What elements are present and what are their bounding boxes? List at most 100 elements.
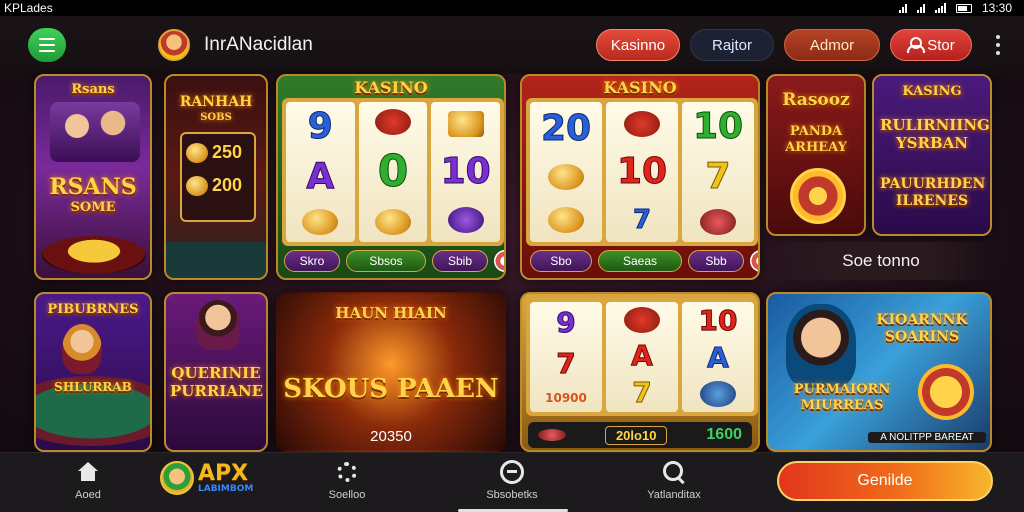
tile-kioarnnk-title: KIOARNNK SOARINS xyxy=(876,312,968,345)
bottom-nav-home-label: Aoed xyxy=(75,489,101,501)
bottom-nav: Aoed APX LABIMBOM Soelloo Sbsobetks Yatl… xyxy=(0,452,1024,512)
bottom-nav-subscriptions[interactable]: Sbsobetks xyxy=(472,459,552,501)
spin-button[interactable]: Sbo xyxy=(530,250,592,272)
reel-symbol: A xyxy=(631,338,654,372)
reel: 10 xyxy=(431,102,501,242)
controls-row: Skro Sbsos Sbib xyxy=(284,250,504,272)
nav-rajtor-button[interactable]: Rajtor xyxy=(690,29,774,61)
game-tile-poker[interactable]: PIBUBRNES SHLURRAB xyxy=(34,292,152,452)
nav-kasino-button[interactable]: Kasinno xyxy=(596,29,680,61)
game-tile-rasooz[interactable]: Rasooz PANDA ARHEAY xyxy=(766,74,866,236)
reel-symbol: 7 xyxy=(705,156,731,197)
game-tile-kasing[interactable]: KASING RULIRNIING YSRBAN PAUURHDEN ILREN… xyxy=(872,74,992,236)
tile-rsans-title: RSANS xyxy=(49,174,137,200)
tile-ranhah-val1: 250 xyxy=(212,142,243,162)
status-carrier: KPLades xyxy=(4,1,53,15)
mini-reel-frame: 250 200 xyxy=(180,132,256,222)
more-dots-icon xyxy=(996,35,1000,39)
tile-kioarnnk-sub: PURMAIORN MIURREAS xyxy=(793,382,891,413)
reel-symbol: 7 xyxy=(632,376,653,410)
reel-frame-red: 20 10 7 10 7 xyxy=(526,98,758,246)
nav-stor-label: Stor xyxy=(927,36,955,54)
minus-circle-icon xyxy=(500,460,524,484)
chip-icon[interactable] xyxy=(494,250,504,272)
gear-icon xyxy=(337,462,357,482)
gem-icon xyxy=(447,207,484,234)
tile-kasing-title: KASING xyxy=(902,84,962,99)
reel: A 7 xyxy=(606,302,678,412)
tile-rsans-sub: SOME xyxy=(70,200,116,215)
more-options-button[interactable] xyxy=(988,29,1008,61)
auto-button[interactable]: Sbib xyxy=(432,250,488,272)
game-tile-kioarnnk[interactable]: KIOARNNK SOARINS PURMAIORN MIURREAS A NO… xyxy=(766,292,992,452)
search-icon xyxy=(663,461,685,483)
spin-button[interactable]: Skro xyxy=(284,250,340,272)
chip-icon[interactable] xyxy=(750,250,758,272)
game-tile-ranhah[interactable]: RANHAH SOBS 250 200 xyxy=(164,74,268,280)
dealer-image xyxy=(62,324,102,374)
tile-kasing-line1: RULIRNIING YSRBAN xyxy=(880,116,990,152)
bottom-nav-settings[interactable]: Soelloo xyxy=(307,459,387,501)
game-tile-querinie[interactable]: QUERINIE PURRIANE xyxy=(164,292,268,452)
auto-button[interactable]: Sbb xyxy=(688,250,744,272)
reel-frame-green: 9 A 0 10 xyxy=(282,98,504,246)
chest-icon xyxy=(447,110,484,137)
cta-button[interactable]: Genilde xyxy=(777,461,993,501)
game-tile-rsans[interactable]: Rsans RSANS SOME xyxy=(34,74,152,280)
top-nav: Kasinno Rajtor Admor Stor xyxy=(596,29,1008,61)
signal-icon xyxy=(934,3,946,13)
reel-symbol: 9 xyxy=(307,106,333,147)
cherry-icon xyxy=(624,110,660,137)
coin-icon-2 xyxy=(186,175,208,196)
treasure-icon xyxy=(548,163,584,190)
promo-banner[interactable]: Soe tonno xyxy=(770,242,992,280)
tile-skous-amount: 20350 xyxy=(370,428,412,445)
reel-symbol: 10 xyxy=(692,106,744,147)
bottom-nav-subscriptions-label: Sbsobetks xyxy=(486,489,538,501)
app-logo xyxy=(158,29,190,61)
reel-symbol: 9 xyxy=(556,305,577,339)
gem-icon xyxy=(700,381,736,408)
bottom-brand[interactable]: APX LABIMBOM xyxy=(160,461,253,495)
reel-symbol: 7 xyxy=(556,346,577,380)
reel-symbol: 10900 xyxy=(545,391,587,406)
tile-kioarnnk-footer: A NOLITPP BAREAT xyxy=(868,432,986,443)
game-tile-skous-paaen[interactable]: HAUN HIAIN SKOUS PAAEN 20350 xyxy=(276,292,506,452)
bottom-nav-home[interactable]: Aoed xyxy=(48,459,128,501)
game-tile-kasino-green[interactable]: KASINO 9 A 0 10 Skro Sbsos Sbib xyxy=(276,74,506,280)
status-bar: KPLades 13:30 xyxy=(0,0,1024,16)
reel: 0 xyxy=(358,102,428,242)
melon-icon xyxy=(700,209,736,235)
tile-ranhah-val2: 200 xyxy=(212,175,243,195)
controls-row: Sbo Saeas Sbb xyxy=(530,250,758,272)
tile-kasino-green-header: KASINO xyxy=(354,78,428,97)
tile-rsans-top: Rsans xyxy=(71,82,115,97)
cherry-icon xyxy=(624,306,660,333)
reel: 10 A xyxy=(682,302,754,412)
tile-kasing-line2: PAUURHDEN ILRENES xyxy=(880,176,986,209)
home-icon xyxy=(77,462,99,482)
game-tile-kasino-red[interactable]: KASINO 20 10 7 10 7 Sbo Saeas Sbb xyxy=(520,74,760,280)
tile-ranhah-footer xyxy=(166,242,266,278)
mascot-logo xyxy=(160,461,194,495)
slot-bottom-bar: 20lo10 1600 xyxy=(528,422,752,448)
game-tile-classic-slots[interactable]: 9 7 10900 A 7 10 A 20lo10 1600 xyxy=(520,292,760,452)
bet-button[interactable]: Saeas xyxy=(598,250,682,272)
tile-skous-main: SKOUS PAAEN xyxy=(283,374,499,404)
nav-stor-button[interactable]: Stor xyxy=(890,29,972,61)
tile-ranhah-title: RANHAH xyxy=(179,94,253,110)
menu-button[interactable] xyxy=(28,28,66,62)
melon-icon xyxy=(538,429,566,441)
tile-classic-bet: 20lo10 xyxy=(604,425,668,445)
reel: 9 7 10900 xyxy=(530,302,602,412)
nav-admor-button[interactable]: Admor xyxy=(784,29,880,61)
bet-button[interactable]: Sbsos xyxy=(346,250,426,272)
bell-icon xyxy=(302,209,339,235)
tile-poker-title: PIBUBRNES xyxy=(47,302,139,317)
bottom-nav-search[interactable]: Yatlanditax xyxy=(634,459,714,501)
status-time: 13:30 xyxy=(981,1,1012,15)
tile-rasooz-sub: PANDA ARHEAY xyxy=(785,124,847,155)
tile-poker-bottom: SHLURRAB xyxy=(54,380,132,394)
user-icon xyxy=(907,37,926,53)
host-characters-image xyxy=(50,102,140,162)
